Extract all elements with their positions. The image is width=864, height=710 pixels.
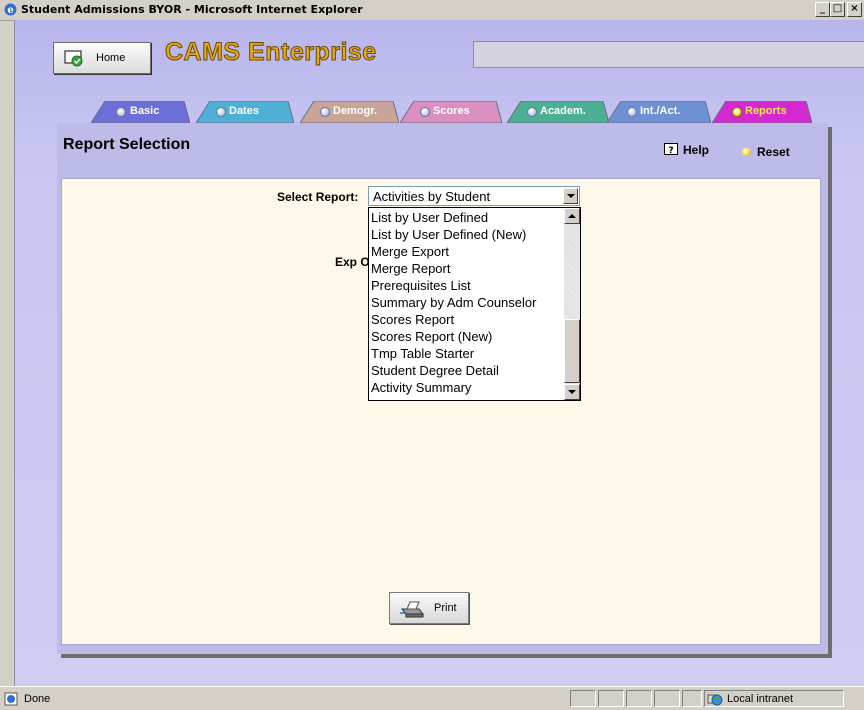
status-pane [626,690,652,707]
tab-radio-icon [627,107,637,117]
tab-radio-icon [420,107,430,117]
printer-icon [400,601,425,618]
header-info-box [473,41,864,68]
dropdown-option[interactable]: Activity Summary [371,379,471,396]
scrollbar-thumb[interactable] [564,319,580,383]
tab-radio-icon [527,107,537,117]
dropdown-option[interactable]: Merge Report [371,260,450,277]
tab-demogr[interactable]: Demogr. [300,101,399,123]
scroll-up-icon[interactable] [564,208,580,224]
tab-radio-icon [116,107,126,117]
intranet-globe-icon [707,694,723,706]
scroll-down-icon[interactable] [564,384,580,400]
tab-label: Demogr. [333,105,378,117]
window-title-bar[interactable]: e Student Admissions BYOR - Microsoft In… [0,0,864,21]
help-label: Help [683,143,710,157]
window-title: Student Admissions BYOR - Microsoft Inte… [21,3,363,16]
reset-dot-icon [742,148,751,156]
svg-text:?: ? [668,146,673,156]
dropdown-option[interactable]: Tmp Table Starter [371,345,474,362]
report-select-value: Activities by Student [373,189,491,204]
close-button[interactable]: × [847,2,862,17]
reset-label: Reset [757,145,790,159]
status-pane [570,690,596,707]
status-bar: Done Local intranet [0,686,864,710]
report-dropdown-list[interactable]: List by User Defined List by User Defined… [368,207,581,401]
zone-text: Local intranet [727,693,794,705]
tab-int-act[interactable]: Int./Act. [607,101,711,123]
dropdown-option[interactable]: Summary by Adm Counselor [371,294,536,311]
status-pane [654,690,680,707]
home-check-icon [64,50,83,67]
tab-radio-icon [216,107,226,117]
tab-radio-icon [320,107,330,117]
help-icon: ? [664,143,678,156]
brand-logo: CAMS Enterprise [165,38,377,67]
dropdown-option[interactable]: Student Degree Detail [371,362,499,379]
page-title: Report Selection [63,136,191,153]
page-border [14,20,15,686]
svg-text:e: e [7,5,13,16]
status-text: Done [24,693,51,705]
tab-label: Int./Act. [640,105,681,117]
print-label: Print [434,602,457,614]
tab-academ[interactable]: Academ. [507,101,609,123]
tab-label: Basic [130,105,160,117]
dropdown-option[interactable]: Prerequisites List [371,277,471,294]
maximize-button[interactable]: □ [830,2,845,17]
dropdown-option[interactable]: Merge Export [371,243,449,260]
tab-label: Dates [229,105,259,117]
tab-label: Academ. [540,105,586,117]
tab-radio-icon [732,107,742,117]
tab-label: Reports [745,105,787,117]
dropdown-option[interactable]: Scores Report (New) [371,328,492,345]
page-done-icon [4,692,18,706]
ie-icon: e [4,3,17,16]
tab-dates[interactable]: Dates [196,101,294,123]
report-select[interactable]: Activities by Student [368,186,580,206]
home-button[interactable]: Home [53,42,151,74]
tab-basic[interactable]: Basic [91,101,190,123]
tab-scores[interactable]: Scores [400,101,502,123]
dropdown-scrollbar[interactable] [564,208,580,400]
dropdown-option[interactable]: List by User Defined [371,209,488,226]
status-pane [682,690,702,707]
chevron-down-icon[interactable] [563,188,578,204]
dropdown-option[interactable]: List by User Defined (New) [371,226,526,243]
export-options-label: Exp O [335,255,368,269]
print-button[interactable]: Print [389,592,469,624]
dropdown-option[interactable]: Scores Report [371,311,454,328]
home-label: Home [96,52,126,64]
tab-label: Scores [433,105,470,117]
status-pane [598,690,624,707]
tab-reports[interactable]: Reports [712,101,812,123]
minimize-button[interactable]: _ [815,2,830,17]
select-report-label: Select Report: [277,190,359,204]
